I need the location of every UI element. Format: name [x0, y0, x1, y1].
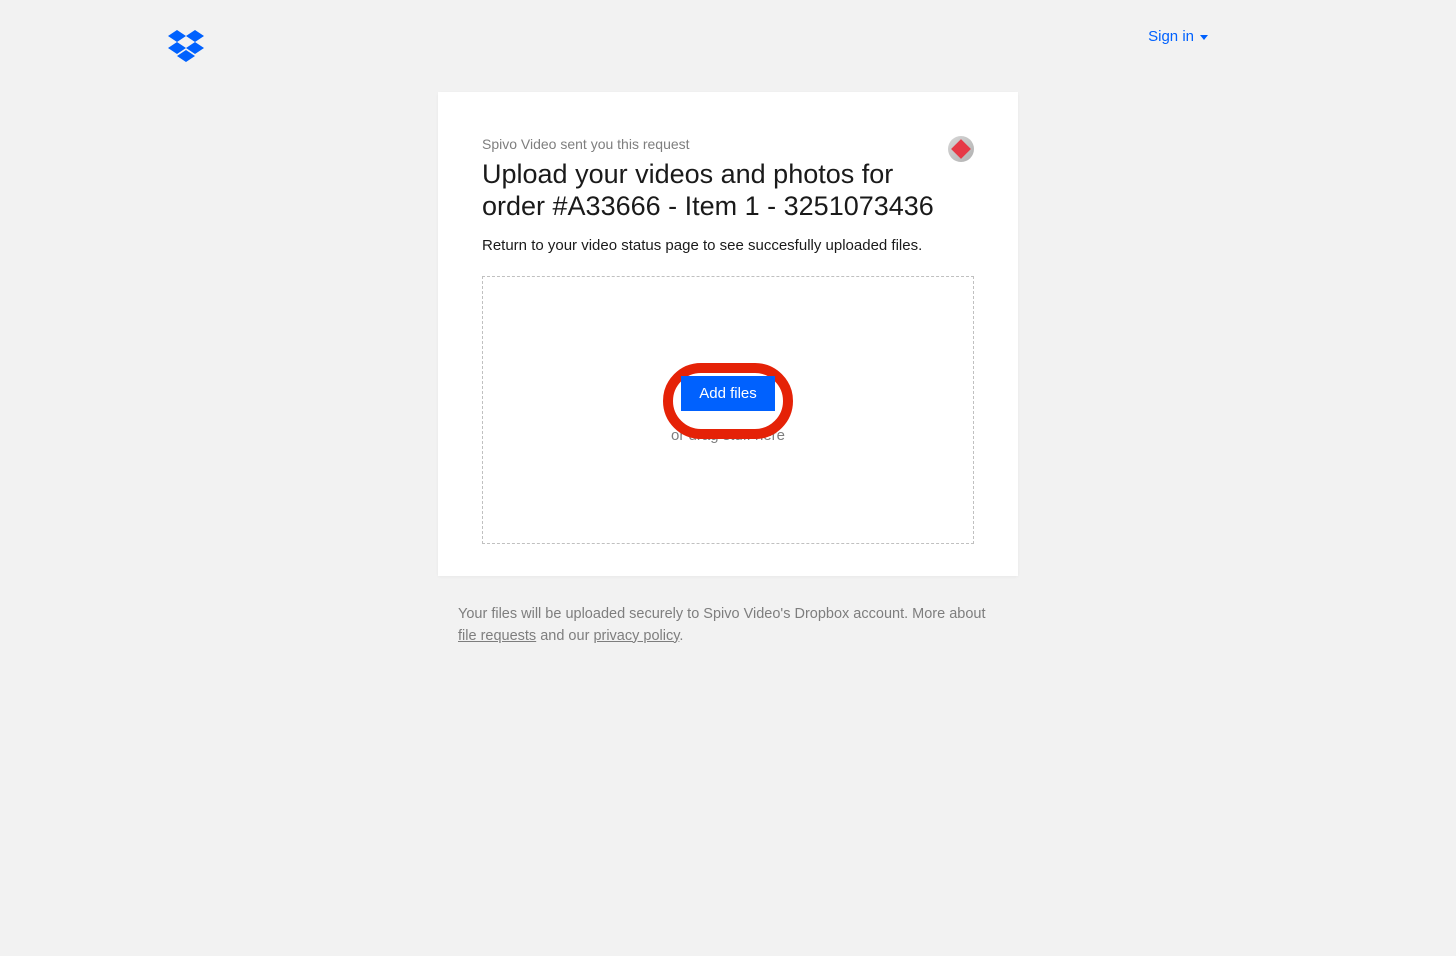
sender-text: Spivo Video sent you this request — [482, 136, 974, 152]
page-title: Upload your videos and photos for order … — [482, 158, 974, 223]
privacy-policy-link[interactable]: privacy policy — [593, 628, 679, 644]
drag-hint-text: or drag stuff here — [671, 427, 785, 444]
footer-mid: and our — [536, 628, 593, 644]
dropbox-logo-icon[interactable] — [168, 30, 204, 62]
signin-dropdown[interactable]: Sign in — [1148, 28, 1208, 45]
file-dropzone[interactable]: Add files or drag stuff here — [482, 276, 974, 544]
signin-label: Sign in — [1148, 28, 1194, 45]
footer-suffix: . — [679, 628, 683, 644]
subtitle-text: Return to your video status page to see … — [482, 237, 974, 254]
footer-prefix: Your files will be uploaded securely to … — [458, 606, 986, 622]
sender-avatar — [948, 136, 974, 162]
avatar-icon — [951, 139, 971, 159]
page-header: Sign in — [0, 0, 1456, 62]
footer-disclosure: Your files will be uploaded securely to … — [458, 604, 998, 648]
add-files-button[interactable]: Add files — [681, 376, 775, 411]
file-requests-link[interactable]: file requests — [458, 628, 536, 644]
upload-card: Spivo Video sent you this request Upload… — [438, 92, 1018, 576]
chevron-down-icon — [1200, 35, 1208, 40]
